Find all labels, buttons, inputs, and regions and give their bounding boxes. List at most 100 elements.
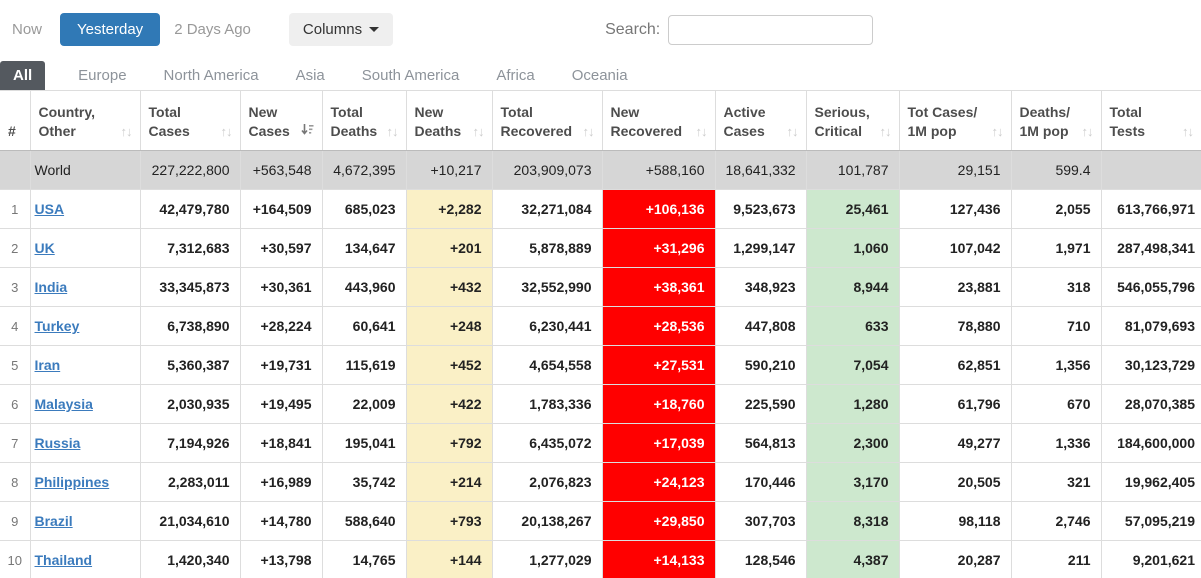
country-link-thailand[interactable]: Thailand: [35, 552, 93, 568]
country-link-iran[interactable]: Iran: [35, 357, 61, 373]
column-header-rank: #: [0, 91, 30, 151]
cell-total-deaths: 22,009: [322, 385, 406, 424]
country-link-malaysia[interactable]: Malaysia: [35, 396, 93, 412]
cell-new-cases: +18,841: [240, 424, 322, 463]
cell-total-tests: 57,095,219: [1101, 502, 1201, 541]
tab-europe[interactable]: Europe: [65, 61, 139, 90]
tab-south-america[interactable]: South America: [349, 61, 473, 90]
column-header-new-recovered[interactable]: NewRecovered↑↓: [602, 91, 715, 151]
tab-north-america[interactable]: North America: [151, 61, 272, 90]
header-label-line1: New: [249, 103, 314, 122]
cell-serious-critical: 8,318: [806, 502, 899, 541]
cell-tot-cases-1m-pop: 61,796: [899, 385, 1011, 424]
cell-tot-cases-1m-pop: 107,042: [899, 229, 1011, 268]
cell-new-cases: +30,361: [240, 268, 322, 307]
cell-rank: 1: [0, 190, 30, 229]
table-header-row: #Country,Other↑↓TotalCases↑↓NewCasesTota…: [0, 91, 1201, 151]
cell-tot-cases-1m-pop: 78,880: [899, 307, 1011, 346]
cell-total-cases: 7,312,683: [140, 229, 240, 268]
cell-deaths-1m-pop: 599.4: [1011, 151, 1101, 190]
cell-new-deaths: +10,217: [406, 151, 492, 190]
tab-all[interactable]: All: [0, 61, 45, 90]
cell-new-deaths: +248: [406, 307, 492, 346]
cell-total-deaths: 60,641: [322, 307, 406, 346]
cell-new-recovered: +24,123: [602, 463, 715, 502]
cell-active-cases: 564,813: [715, 424, 806, 463]
cell-new-cases: +19,731: [240, 346, 322, 385]
cell-tot-cases-1m-pop: 62,851: [899, 346, 1011, 385]
now-button[interactable]: Now: [12, 21, 42, 38]
yesterday-button[interactable]: Yesterday: [60, 13, 160, 46]
header-label-line2: Other: [39, 122, 76, 141]
cell-rank: 8: [0, 463, 30, 502]
cell-new-cases: +16,989: [240, 463, 322, 502]
cell-tot-cases-1m-pop: 20,505: [899, 463, 1011, 502]
column-header-total-tests[interactable]: TotalTests↑↓: [1101, 91, 1201, 151]
country-link-brazil[interactable]: Brazil: [35, 513, 73, 529]
column-header-new-cases[interactable]: NewCases: [240, 91, 322, 151]
country-link-uk[interactable]: UK: [35, 240, 55, 256]
cell-total-recovered: 203,909,073: [492, 151, 602, 190]
tab-africa[interactable]: Africa: [483, 61, 547, 90]
country-link-russia[interactable]: Russia: [35, 435, 81, 451]
cell-total-deaths: 443,960: [322, 268, 406, 307]
tab-oceania[interactable]: Oceania: [559, 61, 641, 90]
header-label-line1: #: [8, 122, 22, 141]
cell-rank: 3: [0, 268, 30, 307]
cell-deaths-1m-pop: 1,356: [1011, 346, 1101, 385]
tab-asia[interactable]: Asia: [283, 61, 338, 90]
cell-new-recovered: +28,536: [602, 307, 715, 346]
cell-serious-critical: 7,054: [806, 346, 899, 385]
cell-tot-cases-1m-pop: 98,118: [899, 502, 1011, 541]
header-label-line2: Cases: [249, 122, 290, 141]
country-link-philippines[interactable]: Philippines: [35, 474, 110, 490]
column-header-tot-cases-1m-pop[interactable]: Tot Cases/1M pop↑↓: [899, 91, 1011, 151]
cell-country: UK: [30, 229, 140, 268]
search-group: Search:: [605, 15, 873, 45]
columns-dropdown-button[interactable]: Columns: [289, 13, 393, 46]
cell-serious-critical: 4,387: [806, 541, 899, 578]
column-header-total-cases[interactable]: TotalCases↑↓: [140, 91, 240, 151]
cell-rank: 6: [0, 385, 30, 424]
search-input[interactable]: [668, 15, 873, 45]
cell-serious-critical: 3,170: [806, 463, 899, 502]
covid-stats-table: #Country,Other↑↓TotalCases↑↓NewCasesTota…: [0, 90, 1201, 578]
cell-total-recovered: 1,783,336: [492, 385, 602, 424]
header-label-line1: Deaths/: [1020, 103, 1093, 122]
cell-new-cases: +563,548: [240, 151, 322, 190]
header-label-line1: Serious,: [815, 103, 891, 122]
country-link-india[interactable]: India: [35, 279, 68, 295]
cell-total-recovered: 6,435,072: [492, 424, 602, 463]
cell-active-cases: 348,923: [715, 268, 806, 307]
cell-total-tests: 19,962,405: [1101, 463, 1201, 502]
cell-new-deaths: +2,282: [406, 190, 492, 229]
cell-new-deaths: +422: [406, 385, 492, 424]
cell-deaths-1m-pop: 1,336: [1011, 424, 1101, 463]
header-label-line1: Total: [331, 103, 398, 122]
column-header-serious-critical[interactable]: Serious,Critical↑↓: [806, 91, 899, 151]
cell-deaths-1m-pop: 710: [1011, 307, 1101, 346]
cell-total-tests: 184,600,000: [1101, 424, 1201, 463]
cell-new-deaths: +201: [406, 229, 492, 268]
sort-icon: ↑↓: [579, 123, 594, 141]
cell-country: India: [30, 268, 140, 307]
cell-total-deaths: 115,619: [322, 346, 406, 385]
column-header-new-deaths[interactable]: NewDeaths↑↓: [406, 91, 492, 151]
column-header-country[interactable]: Country,Other↑↓: [30, 91, 140, 151]
two-days-ago-button[interactable]: 2 Days Ago: [174, 21, 251, 38]
country-link-turkey[interactable]: Turkey: [35, 318, 80, 334]
cell-serious-critical: 633: [806, 307, 899, 346]
cell-new-cases: +14,780: [240, 502, 322, 541]
cell-active-cases: 18,641,332: [715, 151, 806, 190]
cell-total-recovered: 1,277,029: [492, 541, 602, 578]
column-header-total-deaths[interactable]: TotalDeaths↑↓: [322, 91, 406, 151]
table-row-malaysia: 6Malaysia2,030,935+19,49522,009+4221,783…: [0, 385, 1201, 424]
country-link-usa[interactable]: USA: [35, 201, 65, 217]
header-label-line2: Tests: [1110, 122, 1146, 141]
column-header-total-recovered[interactable]: TotalRecovered↑↓: [492, 91, 602, 151]
header-label-line1: Country,: [39, 103, 132, 122]
cell-new-cases: +19,495: [240, 385, 322, 424]
cell-rank: 7: [0, 424, 30, 463]
column-header-deaths-1m-pop[interactable]: Deaths/1M pop↑↓: [1011, 91, 1101, 151]
column-header-active-cases[interactable]: ActiveCases↑↓: [715, 91, 806, 151]
